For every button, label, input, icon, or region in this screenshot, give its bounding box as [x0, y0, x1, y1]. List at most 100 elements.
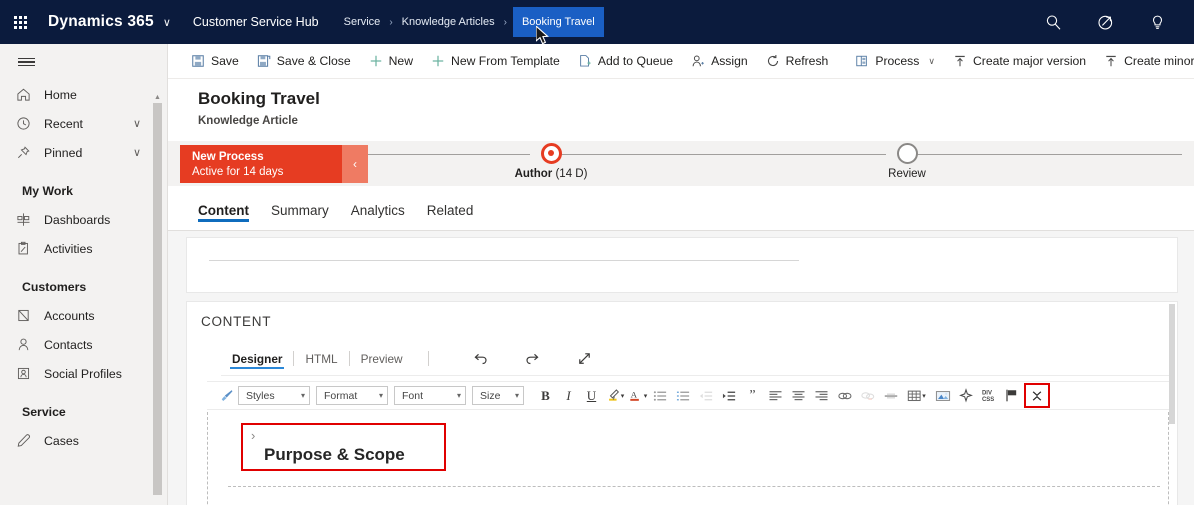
collapse-toolbar-button[interactable]	[1024, 383, 1050, 408]
process-name: New Process	[192, 151, 264, 163]
breadcrumb-item-service[interactable]: Service	[341, 16, 384, 28]
format-dropdown[interactable]: Format ▾	[316, 386, 388, 405]
chevron-down-icon[interactable]: ∨	[133, 117, 141, 130]
command-label: New	[388, 54, 414, 68]
breadcrumb-separator-icon: ›	[503, 16, 507, 28]
process-collapse-button[interactable]: ‹	[342, 145, 368, 183]
save-close-icon	[257, 54, 271, 68]
highlighted-heading-block[interactable]: › Purpose & Scope	[241, 423, 446, 471]
refresh-button[interactable]: Refresh	[757, 44, 847, 78]
sidebar-item-recent[interactable]: Recent ∨	[0, 109, 167, 138]
new-from-template-button[interactable]: New From Template	[422, 44, 569, 78]
sidebar-item-contacts[interactable]: Contacts	[0, 330, 167, 359]
undo-icon[interactable]	[455, 350, 507, 367]
remove-link-button[interactable]	[857, 385, 878, 407]
new-button[interactable]: New	[360, 44, 422, 78]
filter-circle-icon[interactable]	[1094, 11, 1116, 33]
insert-image-button[interactable]	[932, 385, 953, 407]
increase-indent-button[interactable]	[719, 385, 740, 407]
process-summary[interactable]: New Process Active for 14 days	[180, 145, 342, 183]
bold-button[interactable]: B	[535, 385, 556, 407]
clock-icon	[16, 116, 40, 131]
add-to-queue-button[interactable]: Add to Queue	[569, 44, 682, 78]
italic-button[interactable]: I	[558, 385, 579, 407]
save-button[interactable]: Save	[182, 44, 248, 78]
font-dropdown[interactable]: Font ▾	[394, 386, 466, 405]
app-name-label[interactable]: Customer Service Hub	[193, 15, 319, 29]
scroll-up-arrow-icon[interactable]: ▲	[153, 94, 162, 102]
content-section-label: CONTENT	[201, 314, 272, 329]
top-navigation-bar: Dynamics 365 ∨ Customer Service Hub Serv…	[0, 0, 1194, 45]
save-and-close-button[interactable]: Save & Close	[248, 44, 360, 78]
sidebar-item-cases[interactable]: Cases	[0, 426, 167, 455]
blockquote-button[interactable]: ”	[742, 385, 763, 407]
article-heading: Purpose & Scope	[264, 445, 405, 464]
form-tab-strip: Content Summary Analytics Related	[168, 186, 1194, 231]
brand-chevron-down-icon[interactable]: ∨	[163, 16, 171, 29]
source-code-button[interactable]: DIV CSS	[978, 385, 999, 407]
sidebar-item-dashboards[interactable]: Dashboards	[0, 205, 167, 234]
process-button[interactable]: Process ∨	[846, 44, 944, 78]
redo-icon[interactable]	[507, 350, 559, 367]
sidebar-scrollbar[interactable]: ▲	[153, 94, 162, 501]
size-dropdown[interactable]: Size ▾	[472, 386, 524, 405]
tab-analytics[interactable]: Analytics	[351, 186, 405, 231]
horizontal-rule-button[interactable]	[880, 385, 901, 407]
flag-button[interactable]	[1001, 385, 1022, 407]
numbered-list-button[interactable]	[673, 385, 694, 407]
scrollbar-thumb[interactable]	[1169, 304, 1175, 424]
tab-related[interactable]: Related	[427, 186, 474, 231]
editor-mode-designer[interactable]: Designer	[221, 352, 293, 369]
scrollbar-thumb[interactable]	[153, 103, 162, 495]
align-left-button[interactable]	[765, 385, 786, 407]
smart-assist-button[interactable]	[955, 385, 976, 407]
tab-content[interactable]: Content	[198, 186, 249, 231]
plus-icon	[369, 54, 383, 68]
sidebar-item-pinned[interactable]: Pinned ∨	[0, 138, 167, 167]
underline-button[interactable]: U	[581, 385, 602, 407]
sidebar-item-accounts[interactable]: Accounts	[0, 301, 167, 330]
sidebar-item-home[interactable]: Home	[0, 80, 167, 109]
font-color-button[interactable]: A ▾	[627, 385, 648, 407]
sidebar-item-label: Recent	[44, 116, 83, 131]
expand-chevron-icon[interactable]: ›	[251, 428, 255, 443]
create-minor-version-button[interactable]: Create minor version	[1095, 44, 1194, 78]
rich-text-editor-body[interactable]: › Purpose & Scope	[207, 412, 1169, 505]
sidebar-item-social-profiles[interactable]: Social Profiles	[0, 359, 167, 388]
assign-button[interactable]: Assign	[682, 44, 757, 78]
sidebar-item-label: Home	[44, 87, 77, 102]
align-center-button[interactable]	[788, 385, 809, 407]
editor-mode-preview[interactable]: Preview	[350, 352, 414, 366]
sidebar-item-activities[interactable]: Activities	[0, 234, 167, 263]
expand-icon[interactable]	[559, 350, 611, 367]
breadcrumb-item-booking-travel[interactable]: Booking Travel	[512, 7, 604, 37]
content-pane-scrollbar[interactable]	[1169, 304, 1175, 505]
format-painter-icon[interactable]	[216, 385, 237, 407]
decrease-indent-button[interactable]	[696, 385, 717, 407]
app-launcher-icon[interactable]	[0, 15, 40, 29]
editor-mode-html[interactable]: HTML	[294, 352, 348, 366]
process-stage-review[interactable]: Review	[836, 143, 978, 180]
insert-table-button[interactable]: ▾	[903, 385, 930, 407]
bulleted-list-button[interactable]	[650, 385, 671, 407]
text-highlight-button[interactable]: ▾	[604, 385, 625, 407]
content-section-card: CONTENT Designer HTML Preview Styles ▾ F…	[186, 301, 1178, 505]
chevron-down-icon[interactable]: ∨	[133, 146, 141, 159]
insert-link-button[interactable]	[834, 385, 855, 407]
hamburger-menu-icon[interactable]	[0, 44, 167, 80]
home-icon	[16, 87, 40, 102]
sidebar-item-label: Pinned	[44, 145, 83, 160]
align-right-button[interactable]	[811, 385, 832, 407]
lightbulb-icon[interactable]	[1146, 11, 1168, 33]
tab-summary[interactable]: Summary	[271, 186, 329, 231]
styles-dropdown[interactable]: Styles ▾	[238, 386, 310, 405]
dropdown-label: Font	[402, 389, 424, 402]
sidebar-group-service: Service	[22, 405, 66, 419]
process-icon	[855, 54, 869, 68]
process-stage-author[interactable]: Author (14 D)	[480, 143, 622, 180]
chevron-down-icon[interactable]: ∨	[928, 56, 935, 67]
create-major-version-button[interactable]: Create major version	[944, 44, 1095, 78]
search-icon[interactable]	[1042, 11, 1064, 33]
breadcrumb-item-knowledge-articles[interactable]: Knowledge Articles	[399, 16, 498, 28]
stage-active-marker-icon	[540, 143, 562, 164]
